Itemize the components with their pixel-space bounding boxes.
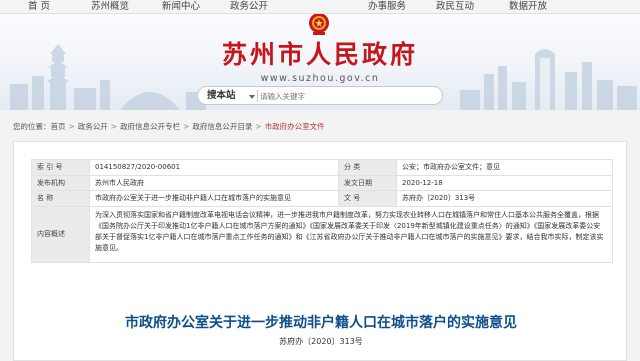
nav-government-affairs[interactable]: 政务公开 (230, 1, 268, 13)
site-url: www.suzhou.gov.cn (260, 73, 380, 84)
national-emblem-icon (309, 14, 329, 35)
breadcrumb-office-documents[interactable]: 市政府办公室文件 (265, 122, 325, 131)
doc-number-value: 苏府办〔2020〕313号 (396, 190, 613, 207)
category-label: 分 类 (338, 159, 397, 176)
name-label: 名 称 (31, 190, 90, 207)
breadcrumb-home[interactable]: 首页 (51, 122, 66, 131)
breadcrumb-separator: > (255, 122, 262, 131)
breadcrumb-prefix: 您的位置： (13, 122, 51, 131)
nav-home[interactable]: 首 页 (28, 1, 50, 13)
date-value: 2020-12-18 (396, 174, 613, 191)
nav-open-data[interactable]: 数据开放 (509, 1, 547, 13)
category-value: 公安；市政府办公室文件；意见 (396, 159, 613, 176)
index-label: 索 引 号 (31, 159, 90, 176)
search-input[interactable] (260, 89, 440, 103)
article-doc-number: 苏府办〔2020〕313号 (279, 337, 363, 346)
breadcrumb-separator: > (110, 122, 118, 131)
issuer-label: 发布机构 (31, 174, 90, 191)
breadcrumb: 您的位置：首页 > 政务公开 > 政府信息公开专栏 > 政府信息公开目录 > 市政府办公室文件 (0, 120, 640, 136)
site-title: 苏州市人民政府 (221, 40, 418, 69)
name-value: 市政府办公室关于进一步推动非户籍人口在城市落户的实施意见 (89, 190, 339, 207)
issuer-value: 苏州市人民政府 (89, 174, 339, 191)
table-row: 内容概述 为深入贯彻落实国家和省户籍制度改革电视电话会议精神，进一步推进我市户籍… (31, 205, 613, 263)
date-label: 发文日期 (338, 174, 397, 191)
summary-value: 为深入贯彻落实国家和省户籍制度改革电视电话会议精神，进一步推进我市户籍制度改革，… (89, 205, 613, 263)
breadcrumb-separator: > (68, 122, 75, 131)
site-header: 苏州市人民政府 www.suzhou.gov.cn 搜本站 (0, 14, 640, 110)
nav-suzhou-overview[interactable]: 苏州概览 (91, 1, 129, 13)
breadcrumb-info-column[interactable]: 政府信息公开专栏 (120, 122, 180, 131)
summary-label: 内容概述 (31, 205, 90, 263)
index-value: 014150827/2020-00601 (89, 159, 339, 176)
article-title: 市政府办公室关于进一步推动非户籍人口在城市落户的实施意见 (125, 315, 517, 331)
breadcrumb-info-catalog[interactable]: 政府信息公开目录 (192, 122, 252, 131)
document-meta-table: 索 引 号 014150827/2020-00601 分 类 公安；市政府办公室… (31, 159, 613, 263)
search-box: 搜本站 (197, 86, 443, 105)
search-divider (257, 90, 258, 102)
doc-number-label: 文 号 (338, 190, 397, 207)
table-row: 索 引 号 014150827/2020-00601 分 类 公安；市政府办公室… (31, 159, 613, 176)
table-row: 名 称 市政府办公室关于进一步推动非户籍人口在城市落户的实施意见 文 号 苏府办… (31, 190, 613, 207)
content-panel: 索 引 号 014150827/2020-00601 分 类 公安；市政府办公室… (13, 141, 627, 361)
breadcrumb-separator: > (183, 122, 190, 131)
table-row: 发布机构 苏州市人民政府 发文日期 2020-12-18 (31, 174, 613, 191)
search-scope-dropdown[interactable]: 搜本站 (207, 90, 236, 102)
top-nav: 首 页 苏州概览 新闻中心 政务公开 办事服务 政民互动 数据开放 (0, 0, 640, 14)
nav-services[interactable]: 办事服务 (368, 1, 406, 13)
nav-news-center[interactable]: 新闻中心 (162, 1, 200, 13)
chevron-down-icon[interactable] (249, 95, 255, 99)
nav-interaction[interactable]: 政民互动 (436, 1, 474, 13)
breadcrumb-government-affairs[interactable]: 政务公开 (78, 122, 108, 131)
